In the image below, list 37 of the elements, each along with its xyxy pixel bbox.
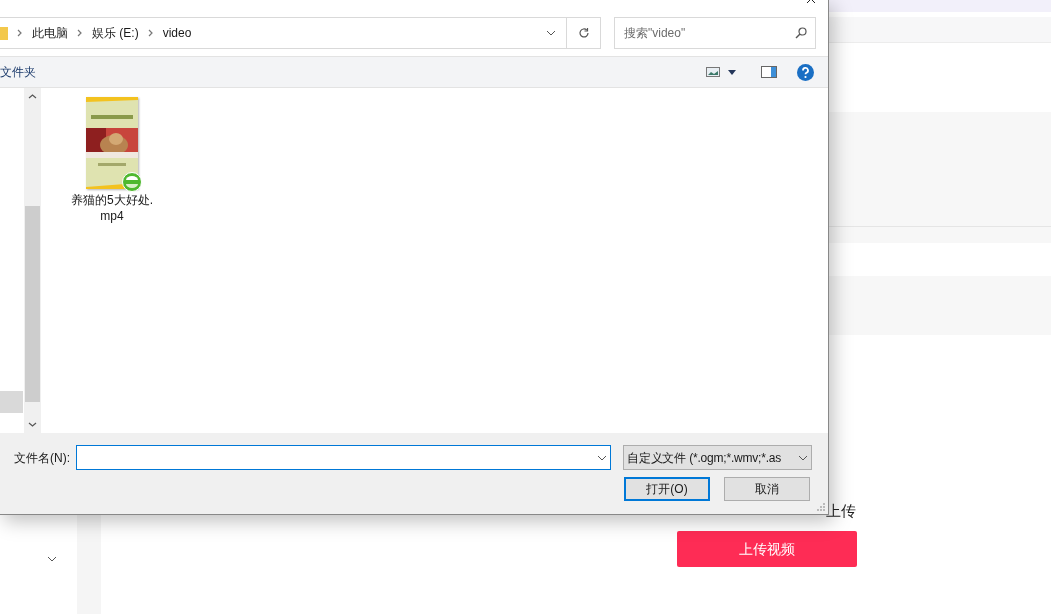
search-field[interactable]: 搜索"video" bbox=[614, 17, 816, 49]
sync-icon bbox=[122, 172, 142, 192]
chevron-down-icon bbox=[27, 422, 37, 427]
folder-icon bbox=[0, 26, 8, 40]
chevron-right-icon bbox=[147, 29, 153, 37]
close-icon[interactable] bbox=[806, 0, 816, 4]
filename-label: 文件名(N): bbox=[14, 449, 71, 467]
file-name: 养猫的5大好处.mp4 bbox=[70, 192, 154, 224]
resize-grip-icon bbox=[817, 503, 826, 512]
scrollbar[interactable] bbox=[24, 88, 40, 433]
file-type-dropdown[interactable]: 自定义文件 (*.ogm;*.wmv;*.as bbox=[623, 445, 812, 470]
chevron-right-icon bbox=[17, 29, 22, 37]
upload-hint: 上传 bbox=[826, 501, 856, 521]
breadcrumb[interactable]: 此电脑 bbox=[32, 24, 68, 42]
refresh-button[interactable] bbox=[567, 17, 601, 49]
dialog-button[interactable]: 打开(O) bbox=[624, 477, 710, 501]
refresh-icon bbox=[577, 27, 590, 39]
file-item[interactable]: 养猫的5大好处.mp4 bbox=[67, 97, 157, 224]
upload-button[interactable]: 上传视频 bbox=[677, 531, 857, 567]
chevron-down-icon bbox=[597, 455, 607, 461]
preview-pane-icon[interactable] bbox=[761, 66, 777, 78]
view-options-button[interactable] bbox=[706, 67, 736, 77]
picture-view-icon bbox=[706, 67, 720, 77]
help-icon[interactable] bbox=[797, 63, 814, 81]
scrollbar-thumb[interactable] bbox=[24, 206, 40, 402]
dialog-button[interactable]: 取消 bbox=[724, 477, 810, 501]
breadcrumb[interactable]: 娱乐 (E:) bbox=[92, 24, 139, 42]
address-bar[interactable]: 此电脑 娱乐 (E:) video bbox=[0, 17, 567, 49]
breadcrumb[interactable]: video bbox=[162, 24, 192, 42]
search-icon bbox=[795, 27, 807, 39]
filename-field[interactable] bbox=[76, 445, 611, 470]
new-folder-button[interactable]: 文件夹 bbox=[0, 63, 36, 81]
chevron-down-icon bbox=[798, 454, 808, 461]
chevron-down-icon bbox=[47, 556, 57, 562]
chevron-right-icon bbox=[77, 29, 82, 37]
chevron-up-icon bbox=[27, 94, 37, 99]
caret-icon bbox=[728, 69, 736, 75]
